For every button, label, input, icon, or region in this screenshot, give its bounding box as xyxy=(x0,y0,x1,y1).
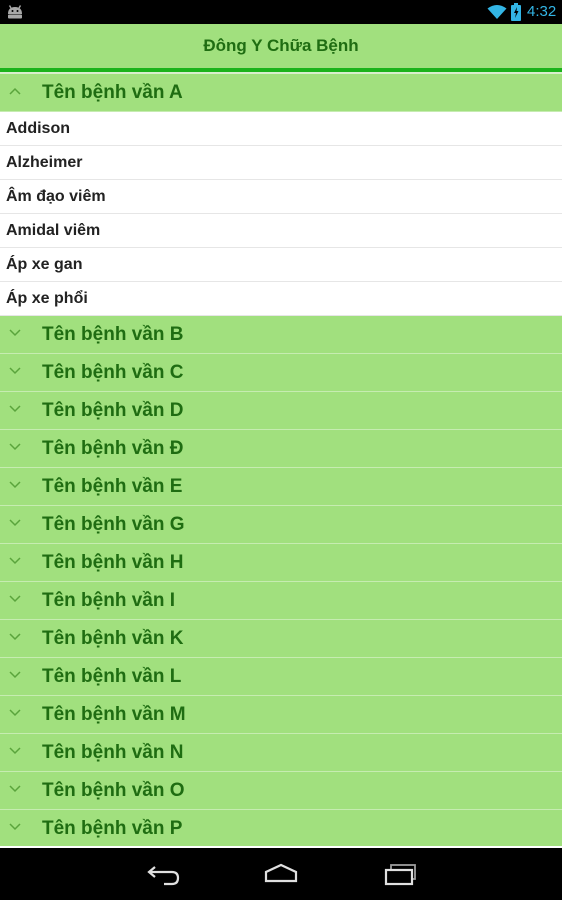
chevron-down-icon xyxy=(9,633,21,641)
group-label: Tên bệnh vần H xyxy=(42,552,184,573)
chevron-down-icon xyxy=(9,747,21,755)
group-header[interactable]: Tên bệnh vần K xyxy=(0,620,562,658)
group-header[interactable]: Tên bệnh vần D xyxy=(0,392,562,430)
chevron-down-icon xyxy=(9,443,21,451)
group-header[interactable]: Tên bệnh vần P xyxy=(0,810,562,846)
recents-icon[interactable] xyxy=(381,860,421,888)
android-icon xyxy=(8,5,22,19)
chevron-down-icon xyxy=(9,481,21,489)
disease-name: Addison xyxy=(6,120,70,137)
disease-name: Âm đạo viêm xyxy=(6,188,106,205)
chevron-down-icon xyxy=(9,671,21,679)
chevron-up-icon xyxy=(9,87,21,95)
group-label: Tên bệnh vần E xyxy=(42,476,183,497)
action-bar: Đông Y Chữa Bệnh xyxy=(0,24,562,68)
group-label: Tên bệnh vần A xyxy=(42,82,183,103)
group-header[interactable]: Tên bệnh vần H xyxy=(0,544,562,582)
group-label: Tên bệnh vần Đ xyxy=(42,438,184,459)
group-header[interactable]: Tên bệnh vần M xyxy=(0,696,562,734)
disease-list-item[interactable]: Addison xyxy=(0,112,562,146)
chevron-down-icon xyxy=(9,557,21,565)
group-header[interactable]: Tên bệnh vần O xyxy=(0,772,562,810)
chevron-down-icon xyxy=(9,367,21,375)
chevron-down-icon xyxy=(9,785,21,793)
group-label: Tên bệnh vần D xyxy=(42,400,184,421)
group-header[interactable]: Tên bệnh vần E xyxy=(0,468,562,506)
app-screen: 4:32 Đông Y Chữa Bệnh Tên bệnh vần A Addi… xyxy=(0,0,562,900)
group-header[interactable]: Tên bệnh vần L xyxy=(0,658,562,696)
disease-name: Amidal viêm xyxy=(6,222,101,239)
group-label: Tên bệnh vần G xyxy=(42,514,185,535)
group-label: Tên bệnh vần K xyxy=(42,628,184,649)
group-header[interactable]: Tên bệnh vần Đ xyxy=(0,430,562,468)
disease-list-item[interactable]: Âm đạo viêm xyxy=(0,180,562,214)
status-clock: 4:32 xyxy=(527,3,557,20)
disease-list-item[interactable]: Áp xe gan xyxy=(0,248,562,282)
disease-list-item[interactable]: Amidal viêm xyxy=(0,214,562,248)
chevron-down-icon xyxy=(9,823,21,831)
app-title: Đông Y Chữa Bệnh xyxy=(203,36,359,55)
chevron-down-icon xyxy=(9,595,21,603)
group-header[interactable]: Tên bệnh vần C xyxy=(0,354,562,392)
group-label: Tên bệnh vần L xyxy=(42,666,182,687)
group-label: Tên bệnh vần M xyxy=(42,704,186,725)
battery-icon xyxy=(511,3,521,21)
home-icon[interactable] xyxy=(261,860,301,888)
group-header[interactable]: Tên bệnh vần I xyxy=(0,582,562,620)
navigation-bar xyxy=(0,848,562,900)
chevron-down-icon xyxy=(9,405,21,413)
group-label: Tên bệnh vần C xyxy=(42,362,184,383)
group-header[interactable]: Tên bệnh vần G xyxy=(0,506,562,544)
disease-name: Áp xe phổi xyxy=(6,290,88,307)
group-header[interactable]: Tên bệnh vần B xyxy=(0,316,562,354)
group-label: Tên bệnh vần N xyxy=(42,742,184,763)
group-label: Tên bệnh vần O xyxy=(42,780,185,801)
group-label: Tên bệnh vần I xyxy=(42,590,176,611)
disease-list-item[interactable]: Áp xe phổi xyxy=(0,282,562,316)
group-label: Tên bệnh vần P xyxy=(42,818,183,839)
group-header[interactable]: Tên bệnh vần N xyxy=(0,734,562,772)
group-label: Tên bệnh vần B xyxy=(42,324,184,345)
group-header[interactable]: Tên bệnh vần A xyxy=(0,74,562,112)
status-bar: 4:32 xyxy=(0,0,562,24)
disease-list-item[interactable]: Alzheimer xyxy=(0,146,562,180)
chevron-down-icon xyxy=(9,329,21,337)
chevron-down-icon xyxy=(9,709,21,717)
wifi-icon xyxy=(487,5,507,19)
back-icon[interactable] xyxy=(142,860,182,888)
disease-name: Alzheimer xyxy=(6,154,83,171)
disease-expandable-list[interactable]: Tên bệnh vần A Addison Alzheimer Âm đạo viê… xyxy=(0,74,562,846)
disease-name: Áp xe gan xyxy=(6,256,83,273)
chevron-down-icon xyxy=(9,519,21,527)
